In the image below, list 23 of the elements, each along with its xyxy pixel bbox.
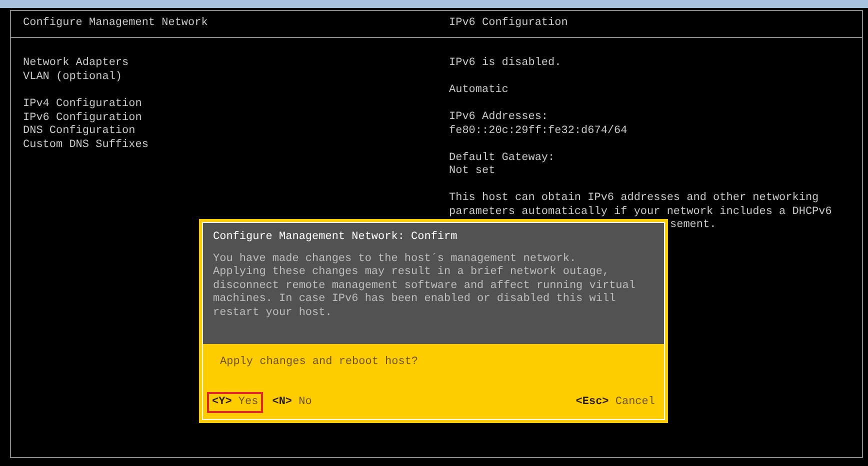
info-text: Default Gateway: [449,152,556,165]
info-text: parameters automatically if your network includes a DHCPv6 [449,206,833,219]
menu-item[interactable]: VLAN (optional) [23,70,441,84]
info-text: sement. [670,219,716,232]
info-text: Automatic [449,84,510,98]
info-text: This host can obtain IPv6 addresses and other networking [449,192,820,206]
menu-item[interactable]: IPv6 Configuration [23,112,441,125]
menu-item[interactable]: IPv4 Configuration [23,98,441,112]
dialog-title: Configure Management Network: Confirm [213,231,458,244]
info-text: IPv6 is disabled. [449,57,562,70]
info-text: IPv6 Addresses: [449,111,550,124]
menu-item[interactable]: DNS Configuration [23,125,441,138]
dialog-button[interactable]: <N> No [267,392,317,413]
menu-item[interactable]: Custom DNS Suffixes [23,138,441,152]
panel-title: IPv6 Configuration [449,17,568,29]
info-text: fe80::20c:29ff:fe32:d674/64 [449,124,628,138]
dialog-message: You have made changes to the host´s management network. Applying these changes may result in a brief network outage, disconnect remote management software and affect running virtual machines. In case IPv6 has been enabled or disabled this will restart your host. [213,252,636,320]
menu-item[interactable]: Network Adapters [23,57,441,70]
panel-title: Configure Management Network [23,17,208,29]
dialog-question: Apply changes and reboot host? [220,356,418,368]
dialog-button[interactable]: <Esc> Cancel [570,392,660,413]
info-text: Not set [449,165,496,178]
dialog-button[interactable]: <Y> Yes [207,392,264,413]
